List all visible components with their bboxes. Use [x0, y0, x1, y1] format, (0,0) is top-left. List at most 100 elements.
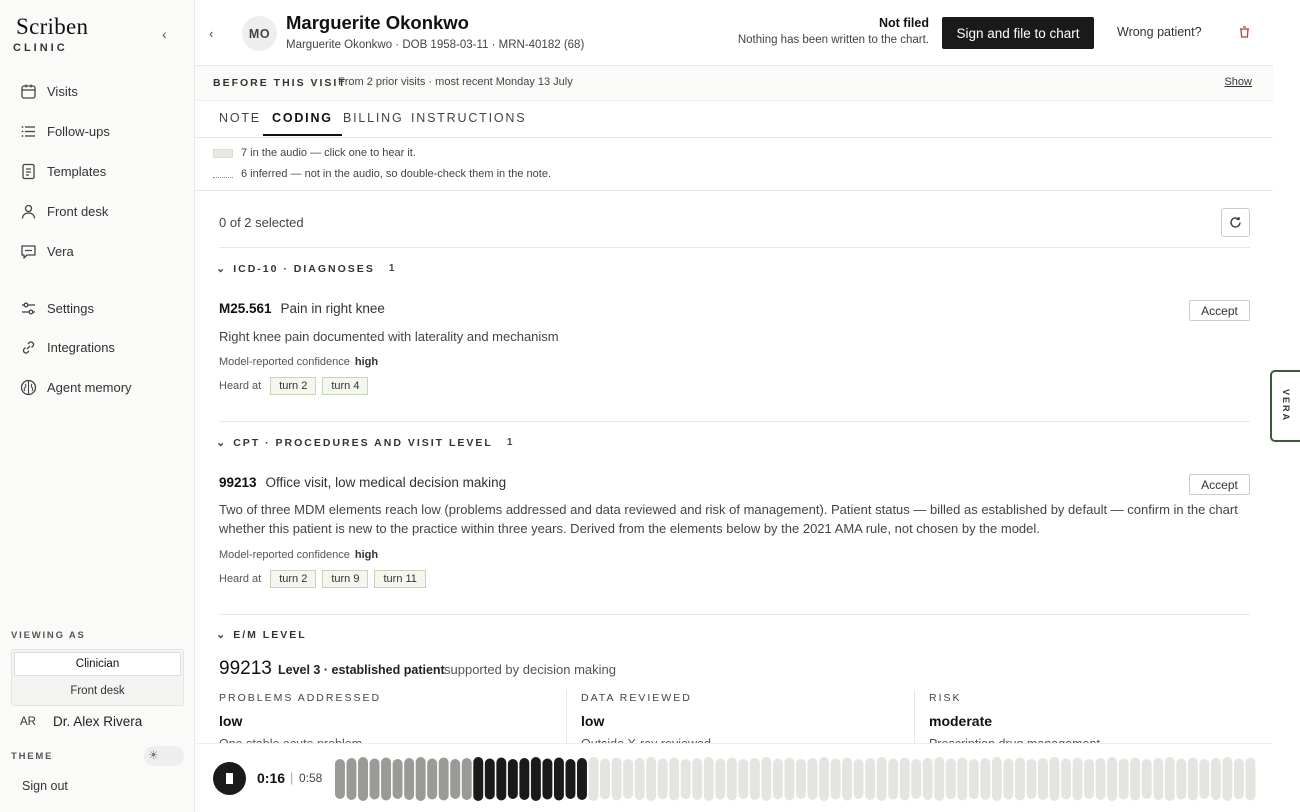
waveform-bar[interactable] — [842, 757, 853, 801]
waveform-bar[interactable] — [1153, 758, 1164, 800]
waveform-bar[interactable] — [980, 758, 991, 800]
waveform-bar[interactable] — [427, 758, 438, 800]
waveform-bar[interactable] — [945, 758, 956, 800]
cpt-section-header[interactable]: ⌄ CPT · PROCEDURES AND VISIT LEVEL 1 — [216, 436, 512, 450]
waveform-bar[interactable] — [496, 757, 507, 801]
icd-accept-button[interactable]: Accept — [1189, 300, 1250, 321]
nav-templates[interactable]: Templates — [20, 159, 106, 183]
waveform-bar[interactable] — [346, 758, 357, 800]
waveform-bar[interactable] — [853, 759, 864, 799]
waveform-bar[interactable] — [1187, 757, 1198, 801]
waveform-bar[interactable] — [358, 757, 368, 801]
waveform-bar[interactable] — [1003, 758, 1014, 800]
waveform-bar[interactable] — [1061, 758, 1071, 800]
waveform-bar[interactable] — [1014, 757, 1025, 801]
waveform-bar[interactable] — [1026, 759, 1037, 799]
waveform-bar[interactable] — [484, 758, 495, 800]
waveform-bar[interactable] — [1210, 758, 1221, 800]
waveform-bar[interactable] — [415, 757, 426, 801]
tab-coding[interactable]: CODING — [263, 111, 342, 136]
turn-chip[interactable]: turn 4 — [322, 377, 369, 395]
waveform-bar[interactable] — [922, 758, 933, 800]
waveform-bar[interactable] — [1164, 757, 1175, 801]
icd-section-header[interactable]: ⌄ ICD-10 · DIAGNOSES 1 — [216, 262, 394, 276]
nav-front-desk[interactable]: Front desk — [20, 199, 108, 223]
waveform-bar[interactable] — [565, 759, 576, 799]
show-link[interactable]: Show — [1224, 76, 1252, 88]
chevron-left-icon[interactable]: ‹ — [162, 26, 167, 42]
waveform-bar[interactable] — [1141, 759, 1152, 799]
role-clinician[interactable]: Clinician — [14, 652, 181, 676]
waveform-bar[interactable] — [680, 759, 691, 799]
waveform-bar[interactable] — [553, 757, 564, 801]
waveform-bar[interactable] — [1233, 758, 1244, 800]
nav-agent-memory[interactable]: Agent memory — [20, 375, 132, 399]
tab-note[interactable]: NOTE — [219, 111, 261, 134]
waveform-bar[interactable] — [577, 758, 587, 800]
trash-icon[interactable] — [1239, 26, 1250, 41]
nav-follow-ups[interactable]: Follow-ups — [20, 119, 110, 143]
chevron-left-icon[interactable]: ‹ — [209, 26, 213, 41]
tab-billing[interactable]: BILLING — [343, 111, 404, 134]
wrong-patient-link[interactable]: Wrong patient? — [1117, 25, 1202, 39]
waveform-bar[interactable] — [876, 757, 887, 801]
waveform-bar[interactable] — [784, 757, 795, 801]
waveform-bar[interactable] — [1199, 759, 1210, 799]
waveform-bar[interactable] — [1130, 757, 1141, 801]
waveform-bar[interactable] — [726, 757, 737, 801]
waveform-bar[interactable] — [738, 759, 749, 799]
role-front-desk[interactable]: Front desk — [14, 679, 181, 703]
waveform-bar[interactable] — [473, 757, 484, 801]
waveform-bar[interactable] — [715, 758, 726, 800]
pause-button[interactable] — [213, 762, 246, 795]
turn-chip[interactable]: turn 2 — [270, 377, 317, 395]
waveform-bar[interactable] — [772, 758, 783, 800]
waveform-bar[interactable] — [542, 758, 553, 800]
waveform-bar[interactable] — [461, 758, 472, 800]
tab-instructions[interactable]: INSTRUCTIONS — [411, 111, 526, 134]
waveform-bar[interactable] — [507, 759, 518, 799]
waveform-bar[interactable] — [1176, 758, 1187, 800]
sign-and-file-button[interactable]: Sign and file to chart — [942, 17, 1094, 49]
cpt-accept-button[interactable]: Accept — [1189, 474, 1250, 495]
waveform-bar[interactable] — [957, 757, 968, 801]
waveform-bar[interactable] — [669, 757, 680, 801]
waveform-bar[interactable] — [830, 758, 841, 800]
waveform-bar[interactable] — [796, 759, 806, 799]
waveform-bar[interactable] — [865, 758, 876, 800]
waveform-bar[interactable] — [657, 758, 668, 800]
waveform-scrubber[interactable] — [335, 754, 1257, 804]
em-section-header[interactable]: ⌄ E/M LEVEL — [216, 628, 307, 642]
refresh-icon[interactable] — [1221, 208, 1250, 237]
nav-vera[interactable]: Vera — [20, 239, 74, 263]
waveform-bar[interactable] — [807, 758, 818, 800]
waveform-bar[interactable] — [1072, 757, 1083, 801]
waveform-bar[interactable] — [968, 759, 979, 799]
waveform-bar[interactable] — [1222, 757, 1233, 801]
waveform-bar[interactable] — [600, 758, 610, 800]
waveform-bar[interactable] — [519, 758, 530, 800]
waveform-bar[interactable] — [749, 758, 760, 800]
waveform-bar[interactable] — [611, 757, 622, 801]
waveform-bar[interactable] — [692, 758, 703, 800]
waveform-bar[interactable] — [392, 759, 403, 799]
waveform-bar[interactable] — [934, 757, 945, 801]
waveform-bar[interactable] — [1095, 758, 1106, 800]
waveform-bar[interactable] — [369, 758, 380, 800]
waveform-bar[interactable] — [588, 757, 599, 801]
sign-out-link[interactable]: Sign out — [22, 779, 68, 793]
waveform-bar[interactable] — [1118, 758, 1129, 800]
waveform-bar[interactable] — [888, 758, 899, 800]
waveform-bar[interactable] — [450, 759, 461, 799]
waveform-bar[interactable] — [819, 757, 829, 801]
waveform-bar[interactable] — [381, 757, 392, 801]
waveform-bar[interactable] — [1107, 757, 1118, 801]
waveform-bar[interactable] — [1084, 759, 1095, 799]
theme-toggle[interactable]: ☀ — [144, 746, 184, 766]
waveform-bar[interactable] — [761, 757, 772, 801]
nav-settings[interactable]: Settings — [20, 296, 94, 320]
waveform-bar[interactable] — [911, 759, 922, 799]
waveform-bar[interactable] — [646, 757, 657, 801]
waveform-bar[interactable] — [1038, 758, 1048, 800]
turn-chip[interactable]: turn 2 — [270, 570, 317, 588]
